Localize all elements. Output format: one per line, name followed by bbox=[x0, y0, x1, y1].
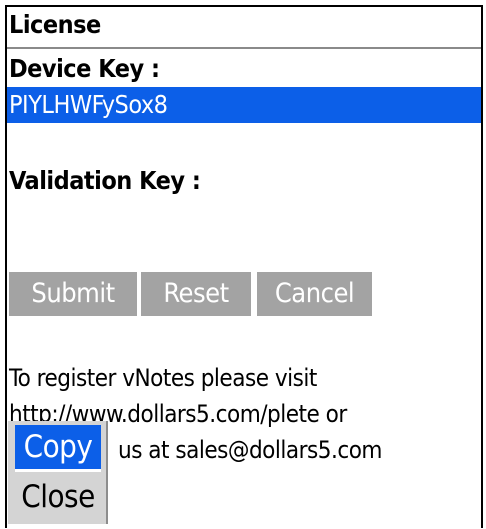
screen-title: License bbox=[9, 10, 101, 39]
menu-item-copy[interactable]: Copy bbox=[15, 425, 101, 472]
validation-key-input[interactable] bbox=[7, 199, 481, 237]
cancel-button[interactable]: Cancel bbox=[257, 272, 372, 316]
menu-item-close[interactable]: Close bbox=[15, 475, 101, 519]
info-line-1: To register vNotes please visit bbox=[9, 364, 317, 392]
device-key-label: Device Key : bbox=[9, 54, 160, 83]
reset-button[interactable]: Reset bbox=[141, 272, 251, 316]
validation-key-label: Validation Key : bbox=[9, 166, 201, 195]
title-divider bbox=[7, 47, 481, 49]
device-key-field[interactable]: PIYLHWFySox8 bbox=[7, 87, 481, 123]
submit-button[interactable]: Submit bbox=[9, 272, 137, 316]
context-menu: Copy Close bbox=[8, 421, 108, 524]
